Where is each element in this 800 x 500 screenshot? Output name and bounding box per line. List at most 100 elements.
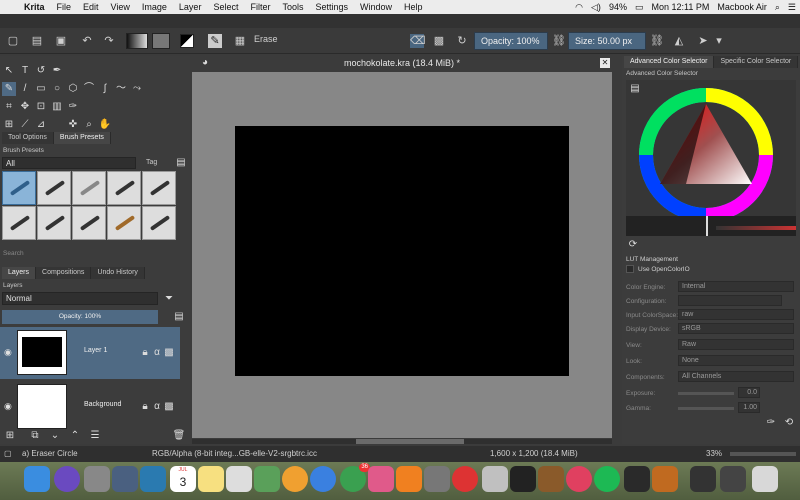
layer-row-1[interactable]: ◉ Layer 1 🔒︎ α ▩: [0, 327, 180, 379]
menu-image[interactable]: Image: [136, 2, 173, 12]
color-picker-icon[interactable]: ✑: [764, 416, 778, 430]
layer-name[interactable]: Background: [84, 401, 121, 408]
ellipse-tool-icon[interactable]: ○: [50, 82, 64, 96]
text-tool-icon[interactable]: T: [18, 64, 32, 78]
tab-specific-color-selector[interactable]: Specific Color Selector: [714, 56, 799, 68]
folder-stack-icon[interactable]: [720, 466, 746, 492]
menu-file[interactable]: File: [51, 2, 78, 12]
menu-filter[interactable]: Filter: [244, 2, 276, 12]
zoom-slider[interactable]: [730, 452, 796, 456]
help-icon[interactable]: [482, 466, 508, 492]
mirror-vertical-icon[interactable]: ➤: [696, 34, 710, 48]
preset-filter-select[interactable]: All: [2, 157, 136, 169]
crop-tool-icon[interactable]: ⌗: [2, 100, 16, 114]
launchpad-icon[interactable]: [84, 466, 110, 492]
layer-settings-icon[interactable]: ☰: [88, 429, 102, 443]
brush-preset-pencil[interactable]: [2, 206, 36, 240]
krita-dock-icon[interactable]: [452, 466, 478, 492]
mirror-horizontal-icon[interactable]: ◭: [672, 34, 686, 48]
tab-tool-options[interactable]: Tool Options: [2, 132, 54, 144]
layer-row-background[interactable]: ◉ Background 🔒︎ α ▩: [0, 381, 180, 433]
downloads-icon[interactable]: [690, 466, 716, 492]
polygon-tool-icon[interactable]: ⬡: [66, 82, 80, 96]
opacity-slider[interactable]: Opacity: 100%: [474, 32, 548, 50]
color-engine-select[interactable]: Internal: [678, 281, 794, 292]
size-slider[interactable]: Size: 50.00 px: [568, 32, 646, 50]
menu-help[interactable]: Help: [398, 2, 429, 12]
canvas-image[interactable]: [235, 126, 569, 376]
inherit-alpha-icon[interactable]: ▩: [164, 400, 174, 414]
pattern-swatch[interactable]: [152, 33, 170, 49]
preset-search[interactable]: Search: [3, 250, 24, 257]
photo-app-icon[interactable]: [112, 466, 138, 492]
mirror-dropdown-icon[interactable]: ▾: [712, 34, 726, 48]
mail-app-icon[interactable]: [140, 466, 166, 492]
zoom-level[interactable]: 33%: [706, 446, 722, 462]
alpha-lock-icon[interactable]: α: [152, 346, 162, 360]
system-preferences-icon[interactable]: [424, 466, 450, 492]
color-history-bar[interactable]: [626, 216, 796, 236]
visibility-eye-icon[interactable]: ◉: [4, 347, 12, 358]
layer-properties-icon[interactable]: ▤: [172, 310, 186, 324]
calligraphy-tool-icon[interactable]: ✒: [50, 64, 64, 78]
exposure-value[interactable]: 0.0: [738, 387, 760, 398]
redo-icon[interactable]: ↷: [102, 34, 116, 48]
transform-tool-icon[interactable]: ⊡: [34, 100, 48, 114]
notes-icon[interactable]: [198, 466, 224, 492]
undo-icon[interactable]: ↶: [80, 34, 94, 48]
close-document-icon[interactable]: ✕: [600, 58, 610, 68]
exposure-slider[interactable]: [678, 392, 734, 395]
blend-mode-select[interactable]: Erase: [254, 34, 278, 44]
display-device-select[interactable]: sRGB: [678, 323, 794, 334]
visibility-eye-icon[interactable]: ◉: [4, 401, 12, 412]
notification-center-icon[interactable]: ☰: [788, 2, 796, 13]
zoom-tool-icon[interactable]: ⌕: [82, 118, 96, 132]
color-swap-icon[interactable]: [180, 34, 194, 48]
brush-preset-pen[interactable]: [37, 171, 71, 205]
chrome-icon[interactable]: [566, 466, 592, 492]
trash-icon[interactable]: [752, 466, 778, 492]
brush-preset-fineliner[interactable]: [37, 206, 71, 240]
brush-preset-marker[interactable]: [142, 171, 176, 205]
size-lock-icon[interactable]: ⛓: [650, 34, 664, 48]
lock-icon[interactable]: 🔒︎: [140, 400, 150, 414]
freehand-path-tool-icon[interactable]: 〜: [114, 82, 128, 96]
tab-undo-history[interactable]: Undo History: [91, 267, 145, 279]
device-name[interactable]: Macbook Air: [717, 2, 767, 12]
guitar-app-icon[interactable]: [538, 466, 564, 492]
freehand-brush-tool-icon[interactable]: ✎: [2, 82, 16, 96]
components-select[interactable]: All Channels: [678, 371, 794, 382]
photos-icon[interactable]: [282, 466, 308, 492]
eraser-mode-icon[interactable]: ⌫: [410, 34, 426, 48]
reload-preset-icon[interactable]: ↻: [455, 34, 469, 48]
color-wheel-area[interactable]: ▤: [626, 80, 796, 230]
menu-edit[interactable]: Edit: [77, 2, 105, 12]
reference-tool-icon[interactable]: ⊿: [34, 118, 48, 132]
open-document-icon[interactable]: ▤: [30, 34, 44, 48]
alpha-lock-icon[interactable]: α: [152, 400, 162, 414]
books-icon[interactable]: [396, 466, 422, 492]
inherit-alpha-icon[interactable]: ▩: [164, 346, 174, 360]
dynamic-brush-tool-icon[interactable]: ⤳: [130, 82, 144, 96]
brush-settings-icon[interactable]: ▦: [233, 34, 247, 48]
tag-button[interactable]: Tag: [146, 159, 157, 166]
move-tool-icon[interactable]: ✥: [18, 100, 32, 114]
itunes-icon[interactable]: [368, 466, 394, 492]
calendar-icon[interactable]: JUL 3: [170, 466, 196, 492]
menu-layer[interactable]: Layer: [173, 2, 208, 12]
maps-icon[interactable]: [254, 466, 280, 492]
tab-advanced-color-selector[interactable]: Advanced Color Selector: [624, 56, 715, 68]
tab-compositions[interactable]: Compositions: [36, 267, 92, 279]
brush-preset-eraser[interactable]: [2, 171, 36, 205]
menu-app[interactable]: Krita: [18, 2, 51, 12]
battery-icon[interactable]: ▭: [635, 2, 644, 13]
brush-preset-ink[interactable]: [107, 171, 141, 205]
color-wheel[interactable]: [626, 80, 796, 230]
menu-select[interactable]: Select: [207, 2, 244, 12]
edit-shapes-tool-icon[interactable]: ↺: [34, 64, 48, 78]
finder-icon[interactable]: [24, 466, 50, 492]
brush-preset-texture[interactable]: [142, 206, 176, 240]
canvas-viewport[interactable]: [192, 72, 612, 438]
brush-preset-airbrush[interactable]: [72, 171, 106, 205]
search-icon[interactable]: ⌕: [775, 2, 780, 13]
